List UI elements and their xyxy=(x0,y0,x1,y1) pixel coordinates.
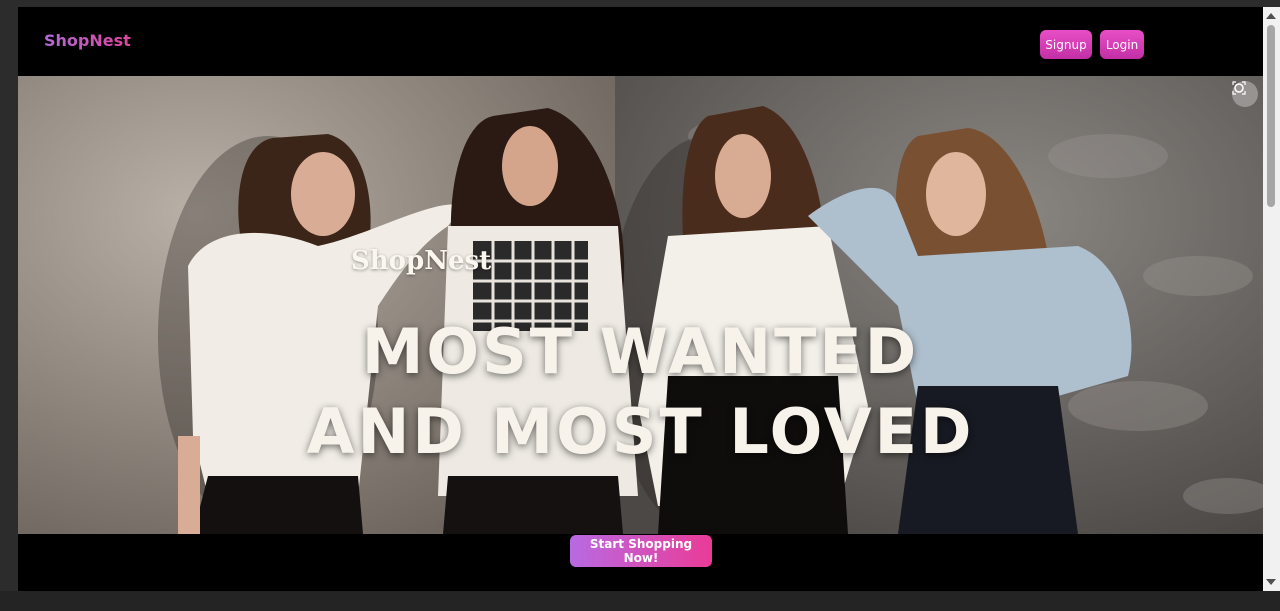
headline-line-1: MOST WANTED xyxy=(361,315,920,388)
headline-line-2: AND MOST LOVED xyxy=(306,395,975,468)
focus-lens-icon[interactable] xyxy=(1232,81,1258,107)
brand-logo[interactable]: ShopNest xyxy=(44,31,131,50)
bottom-strip xyxy=(0,591,1280,611)
cta-bar: Start Shopping Now! xyxy=(18,534,1263,591)
vertical-scrollbar[interactable] xyxy=(1263,7,1280,591)
browser-viewport: ShopNest Signup Login ShopNest MOST WANT… xyxy=(0,0,1280,611)
navbar: ShopNest Signup Login xyxy=(18,7,1263,76)
start-shopping-button[interactable]: Start Shopping Now! xyxy=(570,535,712,567)
hero-headline: MOST WANTED AND MOST LOVED xyxy=(18,312,1263,472)
scroll-up-arrow-icon[interactable] xyxy=(1266,13,1276,19)
hero-brand-text: ShopNest xyxy=(351,246,492,276)
hero-banner: ShopNest MOST WANTED AND MOST LOVED xyxy=(18,76,1263,534)
signup-button[interactable]: Signup xyxy=(1040,30,1092,59)
scroll-thumb[interactable] xyxy=(1267,25,1275,207)
scroll-down-arrow-icon[interactable] xyxy=(1266,579,1276,585)
login-button[interactable]: Login xyxy=(1100,30,1144,59)
page: ShopNest Signup Login ShopNest MOST WANT… xyxy=(18,7,1263,591)
